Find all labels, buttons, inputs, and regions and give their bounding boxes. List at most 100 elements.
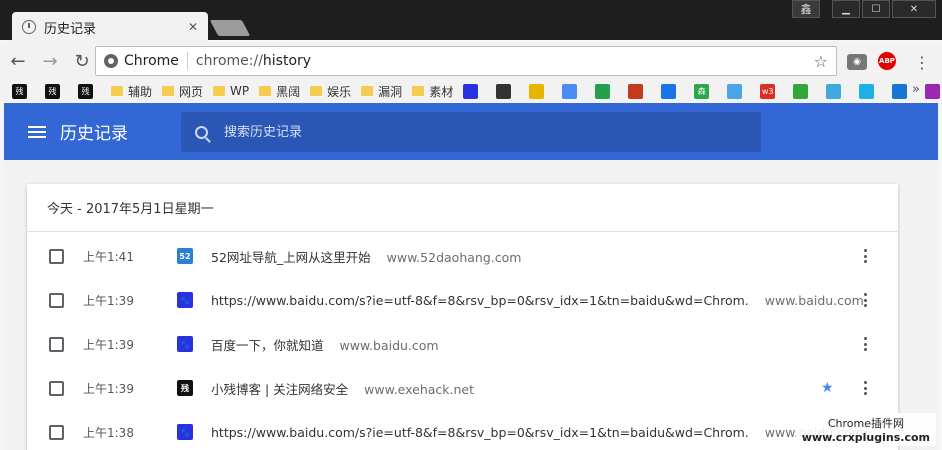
bookmark-folder[interactable]: 漏洞: [361, 83, 402, 100]
history-row[interactable]: 上午1:41 52 52网址导航_上网从这里开始 www.52daohang.com: [27, 234, 898, 278]
baidu-paw-icon: 🐾: [177, 292, 193, 308]
clock-icon: [22, 20, 36, 34]
bookmark-item[interactable]: 残: [78, 83, 101, 99]
bookmark-item[interactable]: [661, 83, 684, 99]
forward-button[interactable]: →: [36, 47, 64, 75]
menu-icon[interactable]: [28, 125, 46, 138]
back-button[interactable]: ←: [4, 47, 32, 75]
omnibox-url[interactable]: chrome://history: [196, 53, 814, 69]
entry-title: https://www.baidu.com/s?ie=utf-8&f=8&rsv…: [211, 292, 749, 308]
bookmark-folder[interactable]: 辅助: [111, 83, 152, 100]
bookmark-item[interactable]: 森: [694, 83, 717, 99]
more-actions-icon[interactable]: [863, 293, 867, 307]
history-row[interactable]: 上午1:38 🐾 https://www.baidu.com/s?ie=utf-8&…: [27, 410, 898, 450]
more-actions-icon[interactable]: [863, 249, 867, 263]
folder-icon: [111, 86, 123, 96]
bookmark-folder[interactable]: 素材: [412, 83, 453, 100]
bookmark-item[interactable]: [925, 83, 942, 99]
baidu-paw-icon: [463, 83, 479, 99]
minimize-button[interactable]: ▁: [832, 0, 860, 18]
bookmark-item[interactable]: [463, 83, 486, 99]
new-tab-button[interactable]: [209, 20, 251, 36]
bookmark-item[interactable]: [496, 83, 519, 99]
page-title: 历史记录: [60, 124, 128, 144]
history-entry-link[interactable]: 小残博客 | 关注网络安全 www.exehack.net: [211, 379, 474, 398]
address-bar[interactable]: Chrome chrome://history ☆: [95, 46, 837, 76]
entry-domain: www.52daohang.com: [386, 249, 522, 265]
visit-time: 上午1:39: [83, 381, 134, 396]
green-cube-icon: [595, 83, 611, 99]
history-content: 今天 - 2017年5月1日星期一 上午1:41 52 52网址导航_上网从这里开始…: [4, 160, 938, 450]
bookmark-folder-label: 网页: [179, 84, 204, 99]
visit-time: 上午1:41: [83, 249, 134, 264]
folder-icon: [162, 86, 175, 96]
search-icon: [195, 125, 208, 139]
more-bookmarks-icon[interactable]: »: [912, 82, 920, 97]
adblock-plus-icon[interactable]: ABP: [878, 52, 896, 70]
visit-time: 上午1:39: [83, 293, 134, 308]
starred-icon: ★: [821, 380, 834, 396]
bookmark-item[interactable]: [595, 83, 618, 99]
bookmark-folder-label: 素材: [429, 84, 454, 99]
history-row[interactable]: 上午1:39 🐾 百度一下，你就知道 www.baidu.com: [27, 322, 898, 366]
more-actions-icon[interactable]: [863, 337, 867, 351]
tab-history[interactable]: 历史记录 ✕: [12, 12, 208, 42]
bookmark-item[interactable]: [793, 83, 816, 99]
title-bar: 历史记录 ✕ 鑫 ▁ ☐ ✕: [0, 0, 942, 42]
bookmark-folder-label: 娱乐: [327, 84, 352, 99]
toolbar: ← → ↻ Chrome chrome://history ☆ ◉ ABP ⋮: [0, 42, 942, 80]
exehack-icon: 残: [177, 380, 193, 396]
bookmark-folder[interactable]: 网页: [162, 83, 203, 100]
entry-title: 52网址导航_上网从这里开始: [211, 249, 371, 265]
close-icon[interactable]: ✕: [188, 20, 198, 34]
history-entry-link[interactable]: 百度一下，你就知道 www.baidu.com: [211, 335, 439, 354]
bookmark-folder-label: WP: [230, 84, 250, 98]
bookmark-item[interactable]: [727, 83, 750, 99]
visit-time: 上午1:39: [83, 337, 134, 352]
history-entry-link[interactable]: https://www.baidu.com/s?ie=utf-8&f=8&rsv…: [211, 425, 864, 440]
row-checkbox[interactable]: [49, 424, 64, 440]
bookmark-star-icon[interactable]: ☆: [814, 52, 828, 71]
history-row[interactable]: 上午1:39 残 小残博客 | 关注网络安全 www.exehack.net ★: [27, 366, 898, 410]
history-entry-link[interactable]: https://www.baidu.com/s?ie=utf-8&f=8&rsv…: [211, 293, 864, 308]
bookmark-item[interactable]: 残: [45, 83, 68, 99]
row-checkbox[interactable]: [49, 292, 64, 308]
s-icon: [661, 83, 677, 99]
baidu-paw-icon: 🐾: [177, 424, 193, 440]
chrome-menu-icon[interactable]: ⋮: [912, 53, 932, 72]
row-checkbox[interactable]: [49, 380, 64, 396]
history-row[interactable]: 上午1:39 🐾 https://www.baidu.com/s?ie=utf-8&…: [27, 278, 898, 322]
bookmark-item[interactable]: w3: [760, 83, 783, 99]
more-actions-icon[interactable]: [863, 381, 867, 395]
user-profile-button[interactable]: 鑫: [792, 0, 820, 18]
visit-time: 上午1:38: [83, 425, 134, 440]
folder-icon: [213, 86, 226, 96]
bookmark-folder[interactable]: WP: [213, 84, 249, 98]
brackets-icon: [496, 83, 512, 99]
exehack-icon: 残: [12, 83, 27, 99]
tab-title: 历史记录: [44, 21, 97, 37]
window-close-button[interactable]: ✕: [892, 0, 936, 18]
bookmark-folder-label: 辅助: [128, 84, 153, 99]
maximize-button[interactable]: ☐: [862, 0, 890, 18]
sen-icon: 森: [694, 83, 710, 99]
chrome-icon: [104, 54, 118, 68]
search-box[interactable]: [181, 112, 761, 152]
bookmark-item[interactable]: 残: [12, 83, 35, 99]
search-input[interactable]: [224, 124, 724, 140]
mascot-icon: [628, 83, 644, 99]
bookmark-item[interactable]: [562, 83, 585, 99]
row-checkbox[interactable]: [49, 248, 64, 264]
bookmark-item[interactable]: [826, 83, 849, 99]
bookmark-item[interactable]: [859, 83, 882, 99]
history-entry-link[interactable]: 52网址导航_上网从这里开始 www.52daohang.com: [211, 247, 521, 266]
bookmark-item[interactable]: [529, 83, 552, 99]
entry-title: https://www.baidu.com/s?ie=utf-8&f=8&rsv…: [211, 424, 749, 440]
reload-button[interactable]: ↻: [68, 47, 96, 75]
bookmark-folder[interactable]: 娱乐: [310, 83, 351, 100]
bookmark-folder[interactable]: 黑阔: [259, 83, 300, 100]
ghost-extension-icon[interactable]: ◉: [847, 54, 867, 70]
bookmark-item[interactable]: [628, 83, 651, 99]
history-card: 今天 - 2017年5月1日星期一 上午1:41 52 52网址导航_上网从这里开始…: [27, 184, 898, 450]
row-checkbox[interactable]: [49, 336, 64, 352]
